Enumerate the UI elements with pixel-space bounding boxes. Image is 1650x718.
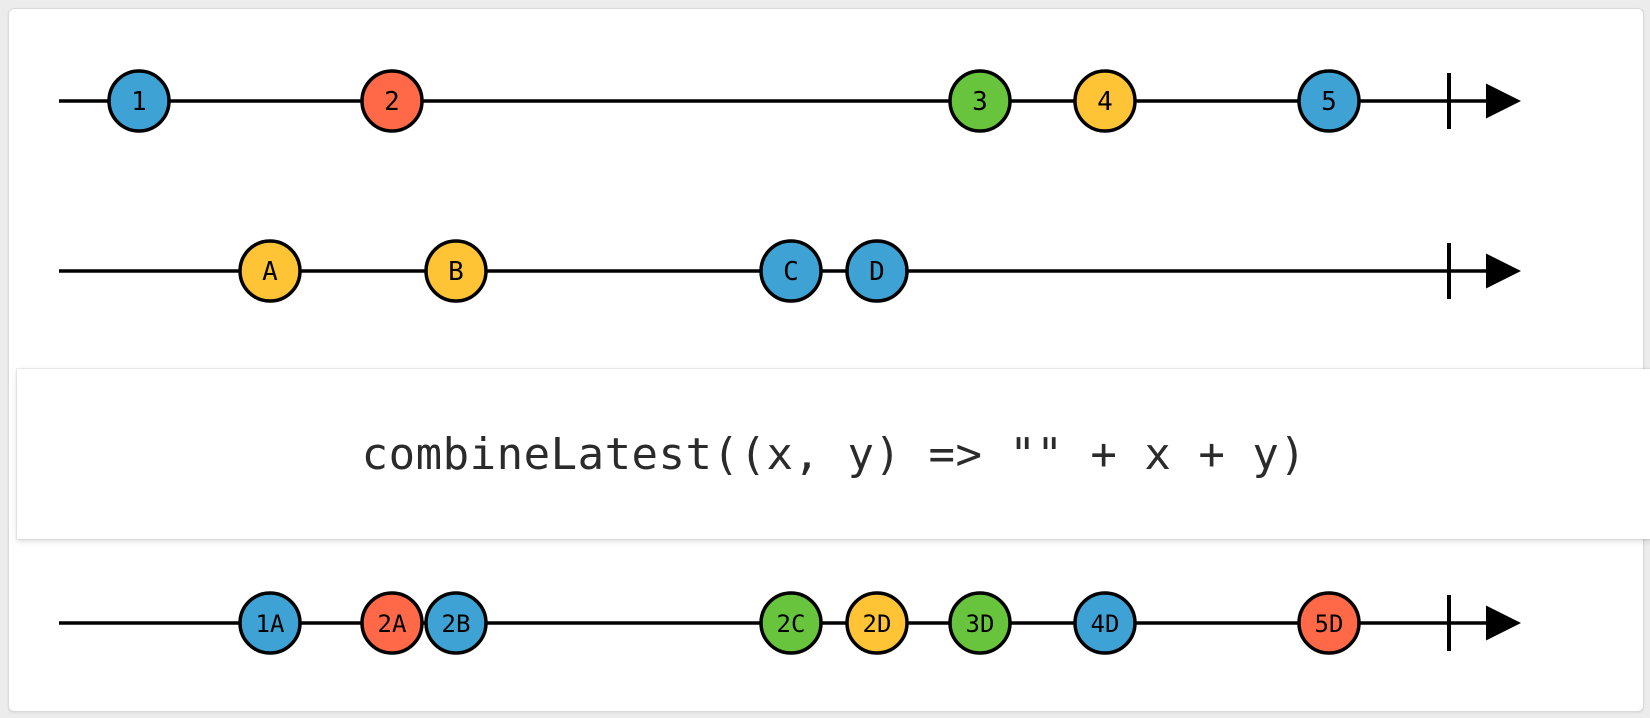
marble-source-2-D[interactable]: D [847,241,907,301]
marble-source-2-C[interactable]: C [761,241,821,301]
marble-label: 2A [378,610,407,638]
marble-output-3D[interactable]: 3D [950,593,1010,653]
operator-box: combineLatest((x, y) => "" + x + y) [17,369,1650,539]
marble-output-2B[interactable]: 2B [426,593,486,653]
marble-output-5D[interactable]: 5D [1299,593,1359,653]
marble-label: C [783,257,799,287]
marble-label: 1 [131,87,147,117]
marble-label: 5 [1321,87,1337,117]
marble-source-1-1[interactable]: 1 [109,71,169,131]
marble-label: 2 [384,87,400,117]
marble-label: 2C [777,610,806,638]
diagram-frame: 1 2 3 4 5 A B C D 1A 2A 2B 2C 2D 3D 4D 5D combineLatest(… [8,8,1644,712]
marble-source-1-5[interactable]: 5 [1299,71,1359,131]
marble-label: 4 [1097,87,1113,117]
marble-label: D [869,257,885,287]
marble-output-2C[interactable]: 2C [761,593,821,653]
marble-source-2-A[interactable]: A [240,241,300,301]
marble-source-1-2[interactable]: 2 [362,71,422,131]
marble-label: A [262,257,278,287]
marble-label: 2B [442,610,471,638]
marble-diagram-svg: 1 2 3 4 5 A B C D 1A 2A 2B 2C 2D 3D 4D 5D [9,9,1643,711]
marble-label: 3D [966,610,995,638]
marble-label: 3 [972,87,988,117]
marble-output-1A[interactable]: 1A [240,593,300,653]
marble-source-1-4[interactable]: 4 [1075,71,1135,131]
marble-source-1-3[interactable]: 3 [950,71,1010,131]
marble-label: B [448,257,464,287]
operator-text: combineLatest((x, y) => "" + x + y) [362,429,1307,480]
marble-source-2-B[interactable]: B [426,241,486,301]
marble-output-2A[interactable]: 2A [362,593,422,653]
marble-output-4D[interactable]: 4D [1075,593,1135,653]
marble-label: 5D [1315,610,1344,638]
marble-label: 1A [256,610,285,638]
marble-label: 2D [863,610,892,638]
marble-label: 4D [1091,610,1120,638]
marble-output-2D[interactable]: 2D [847,593,907,653]
